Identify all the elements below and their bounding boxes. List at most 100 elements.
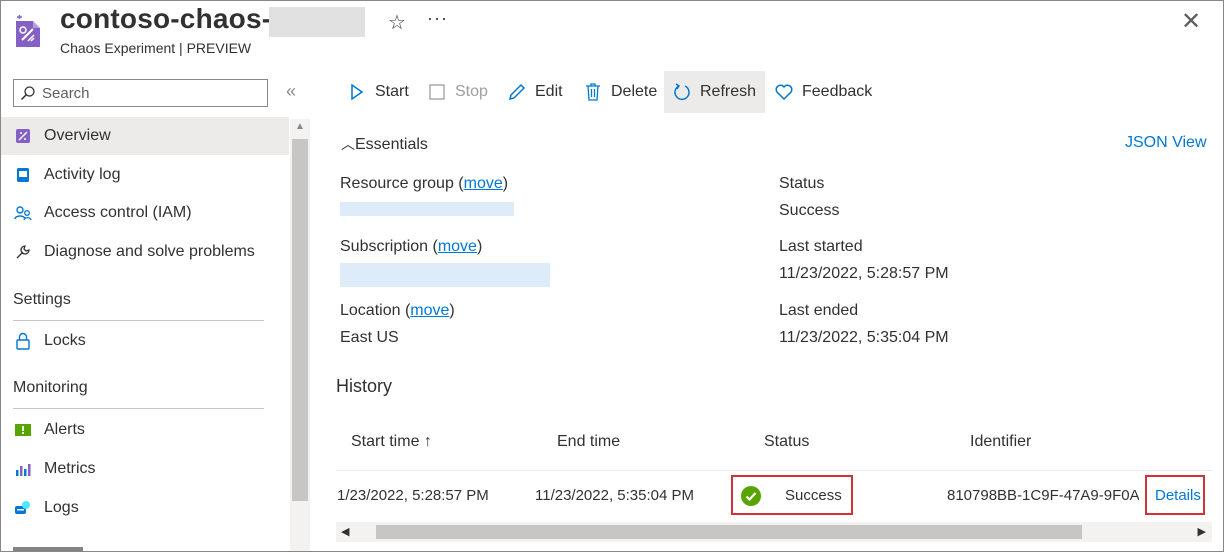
feedback-button[interactable]: Feedback	[774, 71, 872, 113]
lock-icon	[13, 331, 33, 351]
row-end-time: 11/23/2022, 5:35:04 PM	[535, 487, 695, 504]
stop-icon	[427, 82, 447, 102]
last-ended-label: Last ended	[779, 302, 859, 319]
subscription-move-link[interactable]: move	[438, 238, 477, 255]
subscription-text: Subscription	[340, 238, 429, 255]
heart-icon	[774, 82, 794, 102]
star-icon[interactable]: ☆	[388, 10, 406, 35]
section-monitoring: Monitoring	[13, 379, 88, 396]
people-icon	[13, 203, 33, 223]
location-label: Location (move)	[340, 302, 455, 319]
sidebar-item-activity-log[interactable]: Activity log	[1, 156, 289, 194]
play-icon	[347, 82, 367, 102]
resource-group-move-link[interactable]: move	[464, 175, 503, 192]
sidebar-item-locks[interactable]: Locks	[1, 322, 289, 360]
row-status-cell: Success	[731, 475, 853, 515]
page-title: contoso-chaos-	[60, 3, 272, 34]
refresh-icon	[672, 82, 692, 102]
column-header-identifier[interactable]: Identifier	[970, 433, 1031, 451]
sidebar-item-label: Alerts	[44, 421, 85, 438]
sidebar-scrollbar[interactable]: ▲	[290, 119, 310, 551]
status-label: Status	[779, 175, 825, 192]
sidebar-item-label: Logs	[44, 499, 79, 516]
section-settings: Settings	[13, 291, 71, 308]
row-start-time: 1/23/2022, 5:28:57 PM	[337, 487, 489, 504]
sidebar-search[interactable]	[13, 79, 268, 107]
sidebar-item-label: Diagnose and solve problems	[44, 243, 255, 260]
scrollbar-thumb[interactable]	[376, 525, 1082, 539]
details-link[interactable]: Details	[1155, 487, 1201, 504]
sidebar-item-diagnose[interactable]: Diagnose and solve problems	[1, 233, 289, 271]
sidebar-item-label: Locks	[44, 332, 86, 349]
row-status-text: Success	[785, 487, 842, 504]
sidebar-item-metrics[interactable]: Metrics	[1, 450, 289, 488]
resource-group-text: Resource group	[340, 175, 454, 192]
scrollbar-thumb[interactable]	[292, 139, 308, 501]
collapse-sidebar-button[interactable]: «	[286, 81, 296, 102]
wrench-icon	[13, 242, 33, 262]
delete-label: Delete	[611, 83, 658, 100]
page-subtitle: Chaos Experiment | PREVIEW	[60, 40, 252, 56]
json-view-link[interactable]: JSON View	[1125, 134, 1207, 152]
status-value: Success	[779, 202, 840, 219]
refresh-label: Refresh	[700, 83, 757, 100]
redacted-title-suffix	[269, 7, 365, 37]
chevron-up-icon: ︿	[341, 136, 355, 152]
logs-icon	[13, 498, 33, 518]
start-button[interactable]: Start	[347, 71, 409, 113]
column-header-status[interactable]: Status	[764, 433, 809, 451]
chaos-experiment-icon	[13, 15, 43, 49]
refresh-button[interactable]: Refresh	[664, 71, 765, 113]
sidebar-item-iam[interactable]: Access control (IAM)	[1, 194, 289, 232]
row-details-cell: Details	[1145, 475, 1205, 515]
stop-button[interactable]: Stop	[427, 71, 488, 113]
metrics-icon	[13, 459, 33, 479]
scroll-up-icon[interactable]: ▲	[295, 121, 305, 132]
more-options-button[interactable]: ···	[427, 8, 448, 29]
divider	[13, 408, 264, 409]
resource-group-label: Resource group (move)	[340, 175, 509, 192]
redacted-subscription	[340, 263, 550, 287]
alert-icon	[13, 420, 33, 440]
essentials-toggle[interactable]: ︿Essentials	[341, 134, 428, 154]
search-input[interactable]	[42, 83, 262, 103]
last-started-value: 11/23/2022, 5:28:57 PM	[779, 265, 949, 282]
sidebar-item-label: Overview	[44, 127, 111, 144]
sidebar-item-label: Activity log	[44, 166, 121, 183]
scroll-right-icon[interactable]: ▶	[1198, 525, 1206, 538]
last-started-label: Last started	[779, 238, 863, 255]
history-heading: History	[336, 376, 393, 396]
close-icon[interactable]: ✕	[1181, 7, 1201, 36]
redacted-resource-group	[340, 202, 514, 216]
activity-log-icon	[13, 165, 33, 185]
overview-icon	[13, 126, 33, 146]
header-divider	[336, 470, 1212, 471]
edit-button[interactable]: Edit	[507, 71, 563, 113]
pencil-icon	[507, 82, 527, 102]
stop-label: Stop	[455, 83, 488, 100]
edit-label: Edit	[535, 83, 563, 100]
location-text: Location	[340, 302, 401, 319]
success-check-icon	[741, 486, 761, 506]
last-ended-value: 11/23/2022, 5:35:04 PM	[779, 329, 949, 346]
column-header-end-time[interactable]: End time	[557, 433, 620, 451]
subscription-label: Subscription (move)	[340, 238, 483, 255]
row-identifier: 810798BB-1C9F-47A9-9F0A	[947, 487, 1139, 504]
sidebar-item-label: Metrics	[44, 460, 96, 477]
location-value: East US	[340, 329, 399, 346]
chaos-experiment-blade: contoso-chaos- ☆ ··· Chaos Experiment | …	[0, 0, 1224, 552]
start-label: Start	[375, 83, 409, 100]
history-horizontal-scrollbar[interactable]: ◀ ▶	[336, 522, 1212, 542]
search-icon	[20, 86, 35, 101]
column-header-start-time[interactable]: Start time ↑	[351, 433, 432, 451]
sidebar-item-overview[interactable]: Overview	[1, 117, 289, 155]
sidebar-clipped-section	[13, 541, 93, 551]
sidebar-item-alerts[interactable]: Alerts	[1, 411, 289, 449]
sidebar-item-label: Access control (IAM)	[44, 204, 192, 221]
divider	[13, 320, 264, 321]
delete-button[interactable]: Delete	[583, 71, 657, 113]
location-move-link[interactable]: move	[410, 302, 449, 319]
trash-icon	[583, 82, 603, 102]
scroll-left-icon[interactable]: ◀	[341, 525, 349, 538]
sidebar-item-logs[interactable]: Logs	[1, 489, 289, 527]
